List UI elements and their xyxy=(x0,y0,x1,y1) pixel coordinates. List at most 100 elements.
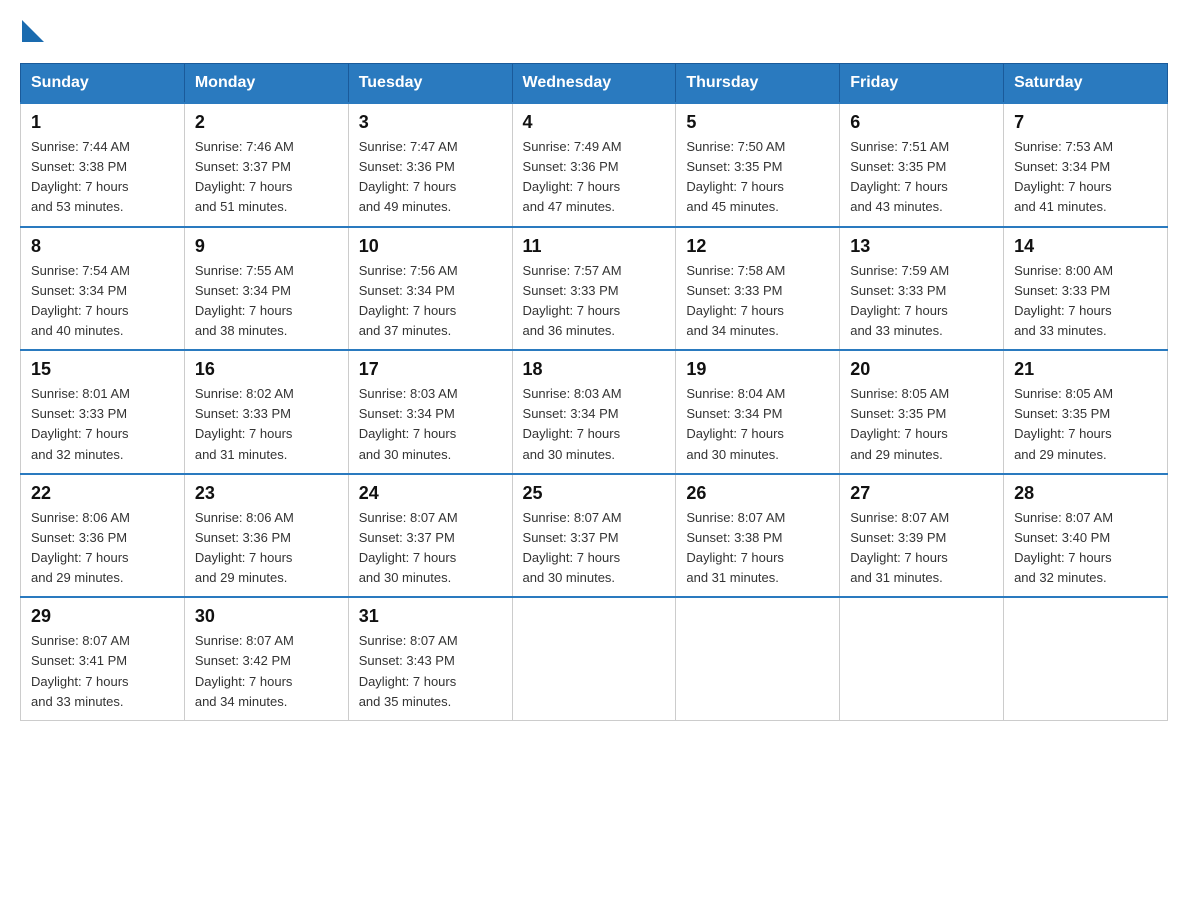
day-info: Sunrise: 8:07 AMSunset: 3:40 PMDaylight:… xyxy=(1014,508,1157,589)
calendar-cell: 8 Sunrise: 7:54 AMSunset: 3:34 PMDayligh… xyxy=(21,227,185,351)
calendar-cell: 29 Sunrise: 8:07 AMSunset: 3:41 PMDaylig… xyxy=(21,597,185,720)
day-info: Sunrise: 8:06 AMSunset: 3:36 PMDaylight:… xyxy=(195,508,338,589)
calendar-cell: 6 Sunrise: 7:51 AMSunset: 3:35 PMDayligh… xyxy=(840,103,1004,227)
day-info: Sunrise: 7:54 AMSunset: 3:34 PMDaylight:… xyxy=(31,261,174,342)
day-number: 28 xyxy=(1014,483,1157,504)
logo-triangle-icon xyxy=(22,20,44,42)
weekday-header-friday: Friday xyxy=(840,64,1004,104)
day-number: 17 xyxy=(359,359,502,380)
day-number: 11 xyxy=(523,236,666,257)
day-number: 30 xyxy=(195,606,338,627)
calendar-cell xyxy=(1004,597,1168,720)
calendar-cell: 14 Sunrise: 8:00 AMSunset: 3:33 PMDaylig… xyxy=(1004,227,1168,351)
calendar-cell: 22 Sunrise: 8:06 AMSunset: 3:36 PMDaylig… xyxy=(21,474,185,598)
calendar-cell: 16 Sunrise: 8:02 AMSunset: 3:33 PMDaylig… xyxy=(184,350,348,474)
day-number: 3 xyxy=(359,112,502,133)
day-info: Sunrise: 8:02 AMSunset: 3:33 PMDaylight:… xyxy=(195,384,338,465)
weekday-header-row: SundayMondayTuesdayWednesdayThursdayFrid… xyxy=(21,64,1168,104)
calendar-cell: 2 Sunrise: 7:46 AMSunset: 3:37 PMDayligh… xyxy=(184,103,348,227)
calendar-cell: 24 Sunrise: 8:07 AMSunset: 3:37 PMDaylig… xyxy=(348,474,512,598)
day-number: 20 xyxy=(850,359,993,380)
day-number: 29 xyxy=(31,606,174,627)
calendar-week-row: 1 Sunrise: 7:44 AMSunset: 3:38 PMDayligh… xyxy=(21,103,1168,227)
day-info: Sunrise: 8:07 AMSunset: 3:37 PMDaylight:… xyxy=(359,508,502,589)
calendar-cell: 19 Sunrise: 8:04 AMSunset: 3:34 PMDaylig… xyxy=(676,350,840,474)
day-number: 26 xyxy=(686,483,829,504)
calendar-cell: 1 Sunrise: 7:44 AMSunset: 3:38 PMDayligh… xyxy=(21,103,185,227)
day-info: Sunrise: 8:04 AMSunset: 3:34 PMDaylight:… xyxy=(686,384,829,465)
calendar-cell: 12 Sunrise: 7:58 AMSunset: 3:33 PMDaylig… xyxy=(676,227,840,351)
calendar-cell xyxy=(676,597,840,720)
day-info: Sunrise: 7:44 AMSunset: 3:38 PMDaylight:… xyxy=(31,137,174,218)
day-number: 22 xyxy=(31,483,174,504)
day-info: Sunrise: 7:47 AMSunset: 3:36 PMDaylight:… xyxy=(359,137,502,218)
day-number: 5 xyxy=(686,112,829,133)
weekday-header-thursday: Thursday xyxy=(676,64,840,104)
day-info: Sunrise: 8:05 AMSunset: 3:35 PMDaylight:… xyxy=(1014,384,1157,465)
day-number: 18 xyxy=(523,359,666,380)
calendar-cell: 3 Sunrise: 7:47 AMSunset: 3:36 PMDayligh… xyxy=(348,103,512,227)
calendar-cell: 11 Sunrise: 7:57 AMSunset: 3:33 PMDaylig… xyxy=(512,227,676,351)
day-number: 23 xyxy=(195,483,338,504)
day-info: Sunrise: 7:46 AMSunset: 3:37 PMDaylight:… xyxy=(195,137,338,218)
calendar-cell: 23 Sunrise: 8:06 AMSunset: 3:36 PMDaylig… xyxy=(184,474,348,598)
day-info: Sunrise: 7:53 AMSunset: 3:34 PMDaylight:… xyxy=(1014,137,1157,218)
calendar-week-row: 29 Sunrise: 8:07 AMSunset: 3:41 PMDaylig… xyxy=(21,597,1168,720)
day-number: 4 xyxy=(523,112,666,133)
day-info: Sunrise: 7:55 AMSunset: 3:34 PMDaylight:… xyxy=(195,261,338,342)
day-number: 1 xyxy=(31,112,174,133)
weekday-header-tuesday: Tuesday xyxy=(348,64,512,104)
day-info: Sunrise: 8:03 AMSunset: 3:34 PMDaylight:… xyxy=(359,384,502,465)
calendar-cell: 10 Sunrise: 7:56 AMSunset: 3:34 PMDaylig… xyxy=(348,227,512,351)
calendar-cell: 4 Sunrise: 7:49 AMSunset: 3:36 PMDayligh… xyxy=(512,103,676,227)
weekday-header-saturday: Saturday xyxy=(1004,64,1168,104)
day-number: 24 xyxy=(359,483,502,504)
day-info: Sunrise: 7:49 AMSunset: 3:36 PMDaylight:… xyxy=(523,137,666,218)
day-info: Sunrise: 8:00 AMSunset: 3:33 PMDaylight:… xyxy=(1014,261,1157,342)
day-info: Sunrise: 7:58 AMSunset: 3:33 PMDaylight:… xyxy=(686,261,829,342)
calendar-cell: 13 Sunrise: 7:59 AMSunset: 3:33 PMDaylig… xyxy=(840,227,1004,351)
day-number: 21 xyxy=(1014,359,1157,380)
day-number: 15 xyxy=(31,359,174,380)
weekday-header-sunday: Sunday xyxy=(21,64,185,104)
logo xyxy=(20,20,44,47)
day-info: Sunrise: 7:56 AMSunset: 3:34 PMDaylight:… xyxy=(359,261,502,342)
day-number: 13 xyxy=(850,236,993,257)
day-info: Sunrise: 8:07 AMSunset: 3:41 PMDaylight:… xyxy=(31,631,174,712)
day-number: 31 xyxy=(359,606,502,627)
day-info: Sunrise: 7:51 AMSunset: 3:35 PMDaylight:… xyxy=(850,137,993,218)
calendar-cell: 21 Sunrise: 8:05 AMSunset: 3:35 PMDaylig… xyxy=(1004,350,1168,474)
day-number: 10 xyxy=(359,236,502,257)
day-info: Sunrise: 8:07 AMSunset: 3:39 PMDaylight:… xyxy=(850,508,993,589)
calendar-week-row: 8 Sunrise: 7:54 AMSunset: 3:34 PMDayligh… xyxy=(21,227,1168,351)
calendar-cell: 25 Sunrise: 8:07 AMSunset: 3:37 PMDaylig… xyxy=(512,474,676,598)
day-number: 9 xyxy=(195,236,338,257)
day-number: 27 xyxy=(850,483,993,504)
calendar-cell xyxy=(512,597,676,720)
calendar-cell: 20 Sunrise: 8:05 AMSunset: 3:35 PMDaylig… xyxy=(840,350,1004,474)
weekday-header-wednesday: Wednesday xyxy=(512,64,676,104)
calendar-cell: 30 Sunrise: 8:07 AMSunset: 3:42 PMDaylig… xyxy=(184,597,348,720)
day-info: Sunrise: 7:50 AMSunset: 3:35 PMDaylight:… xyxy=(686,137,829,218)
calendar-cell: 5 Sunrise: 7:50 AMSunset: 3:35 PMDayligh… xyxy=(676,103,840,227)
page-header xyxy=(20,20,1168,47)
day-number: 6 xyxy=(850,112,993,133)
day-number: 14 xyxy=(1014,236,1157,257)
calendar-table: SundayMondayTuesdayWednesdayThursdayFrid… xyxy=(20,63,1168,721)
calendar-cell: 17 Sunrise: 8:03 AMSunset: 3:34 PMDaylig… xyxy=(348,350,512,474)
calendar-cell: 9 Sunrise: 7:55 AMSunset: 3:34 PMDayligh… xyxy=(184,227,348,351)
calendar-cell: 28 Sunrise: 8:07 AMSunset: 3:40 PMDaylig… xyxy=(1004,474,1168,598)
day-number: 2 xyxy=(195,112,338,133)
day-number: 8 xyxy=(31,236,174,257)
calendar-cell xyxy=(840,597,1004,720)
calendar-cell: 27 Sunrise: 8:07 AMSunset: 3:39 PMDaylig… xyxy=(840,474,1004,598)
weekday-header-monday: Monday xyxy=(184,64,348,104)
day-info: Sunrise: 8:06 AMSunset: 3:36 PMDaylight:… xyxy=(31,508,174,589)
day-number: 16 xyxy=(195,359,338,380)
calendar-cell: 15 Sunrise: 8:01 AMSunset: 3:33 PMDaylig… xyxy=(21,350,185,474)
calendar-cell: 26 Sunrise: 8:07 AMSunset: 3:38 PMDaylig… xyxy=(676,474,840,598)
day-info: Sunrise: 8:03 AMSunset: 3:34 PMDaylight:… xyxy=(523,384,666,465)
day-info: Sunrise: 8:07 AMSunset: 3:42 PMDaylight:… xyxy=(195,631,338,712)
calendar-week-row: 22 Sunrise: 8:06 AMSunset: 3:36 PMDaylig… xyxy=(21,474,1168,598)
day-info: Sunrise: 7:57 AMSunset: 3:33 PMDaylight:… xyxy=(523,261,666,342)
